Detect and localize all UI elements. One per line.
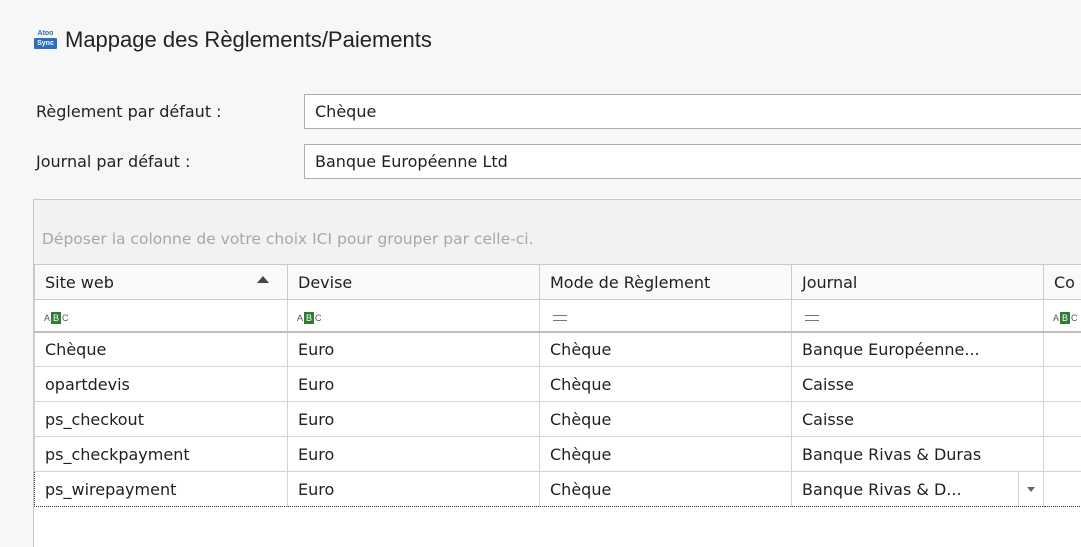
column-header-mode-reglement[interactable]: Mode de Règlement xyxy=(539,264,792,300)
default-payment-label: Règlement par défaut : xyxy=(36,102,222,121)
cell-devise[interactable]: Euro xyxy=(287,401,540,437)
cell-journal[interactable]: Banque Rivas & Duras xyxy=(791,436,1044,472)
grid-header-row: Site web Devise Mode de Règlement Journa… xyxy=(34,264,1081,300)
text-filter-icon: ABC xyxy=(297,311,322,324)
cell-site-web[interactable]: ps_checkpayment xyxy=(34,436,288,472)
cell-mode-reglement[interactable]: Chèque xyxy=(539,401,792,437)
equals-filter-icon xyxy=(553,314,567,321)
table-row[interactable]: Chèque Euro Chèque Banque Européenne... xyxy=(34,331,1081,367)
cell-devise[interactable]: Euro xyxy=(287,331,540,367)
window-title-bar: Atoo Sync Mappage des Règlements/Paiemen… xyxy=(34,22,432,58)
window-title: Mappage des Règlements/Paiements xyxy=(65,27,432,52)
cell-devise[interactable]: Euro xyxy=(287,366,540,402)
sort-ascending-icon xyxy=(257,276,269,283)
cell-journal-dropdown[interactable]: Banque Rivas & D... xyxy=(791,471,1044,507)
cell-truncated[interactable] xyxy=(1043,436,1081,472)
cell-site-web[interactable]: opartdevis xyxy=(34,366,288,402)
default-journal-input[interactable] xyxy=(304,144,1081,179)
text-filter-icon: ABC xyxy=(44,311,69,324)
cell-truncated[interactable] xyxy=(1043,401,1081,437)
equals-filter-icon xyxy=(805,314,819,321)
app-icon-top-text: Atoo xyxy=(37,29,54,37)
cell-journal-value: Banque Rivas & D... xyxy=(802,479,962,499)
cell-journal[interactable]: Caisse xyxy=(791,401,1044,437)
cell-mode-reglement[interactable]: Chèque xyxy=(539,331,792,367)
filter-cell-journal[interactable] xyxy=(791,299,1044,333)
filter-cell-truncated[interactable]: ABC xyxy=(1043,299,1081,333)
dropdown-button[interactable] xyxy=(1018,472,1043,506)
grid-table: Site web Devise Mode de Règlement Journa… xyxy=(34,264,1081,507)
filter-cell-site-web[interactable]: ABC xyxy=(34,299,288,333)
cell-truncated[interactable] xyxy=(1043,331,1081,367)
app-icon-bottom-text: Sync xyxy=(34,37,57,49)
cell-site-web[interactable]: Chèque xyxy=(34,331,288,367)
table-row[interactable]: ps_checkout Euro Chèque Caisse xyxy=(34,401,1081,437)
atoo-sync-icon: Atoo Sync xyxy=(34,29,57,52)
cell-site-web[interactable]: ps_checkout xyxy=(34,401,288,437)
column-header-devise[interactable]: Devise xyxy=(287,264,540,300)
column-header-label: Site web xyxy=(45,272,114,292)
cell-devise[interactable]: Euro xyxy=(287,471,540,507)
cell-mode-reglement[interactable]: Chèque xyxy=(539,436,792,472)
cell-mode-reglement[interactable]: Chèque xyxy=(539,366,792,402)
default-journal-label: Journal par défaut : xyxy=(36,152,191,171)
filter-cell-mode-reglement[interactable] xyxy=(539,299,792,333)
table-row[interactable]: ps_checkpayment Euro Chèque Banque Rivas… xyxy=(34,436,1081,472)
column-header-site-web[interactable]: Site web xyxy=(34,264,288,300)
table-row[interactable]: opartdevis Euro Chèque Caisse xyxy=(34,366,1081,402)
column-header-truncated[interactable]: Co xyxy=(1043,264,1081,300)
group-by-panel[interactable]: Déposer la colonne de votre choix ICI po… xyxy=(34,200,1081,264)
table-row-focused[interactable]: ps_wirepayment Euro Chèque Banque Rivas … xyxy=(34,471,1081,507)
cell-truncated[interactable] xyxy=(1043,471,1081,507)
default-payment-input[interactable] xyxy=(304,94,1081,129)
cell-journal[interactable]: Banque Européenne... xyxy=(791,331,1044,367)
group-by-hint: Déposer la colonne de votre choix ICI po… xyxy=(42,230,534,248)
filter-cell-devise[interactable]: ABC xyxy=(287,299,540,333)
grid-filter-row: ABC ABC ABC xyxy=(34,299,1081,333)
text-filter-icon: ABC xyxy=(1053,311,1078,324)
cell-journal[interactable]: Caisse xyxy=(791,366,1044,402)
cell-truncated[interactable] xyxy=(1043,366,1081,402)
payment-mapping-grid: Déposer la colonne de votre choix ICI po… xyxy=(33,199,1081,547)
cell-devise[interactable]: Euro xyxy=(287,436,540,472)
chevron-down-icon xyxy=(1027,486,1035,492)
cell-mode-reglement[interactable]: Chèque xyxy=(539,471,792,507)
column-header-journal[interactable]: Journal xyxy=(791,264,1044,300)
cell-site-web[interactable]: ps_wirepayment xyxy=(34,471,288,507)
